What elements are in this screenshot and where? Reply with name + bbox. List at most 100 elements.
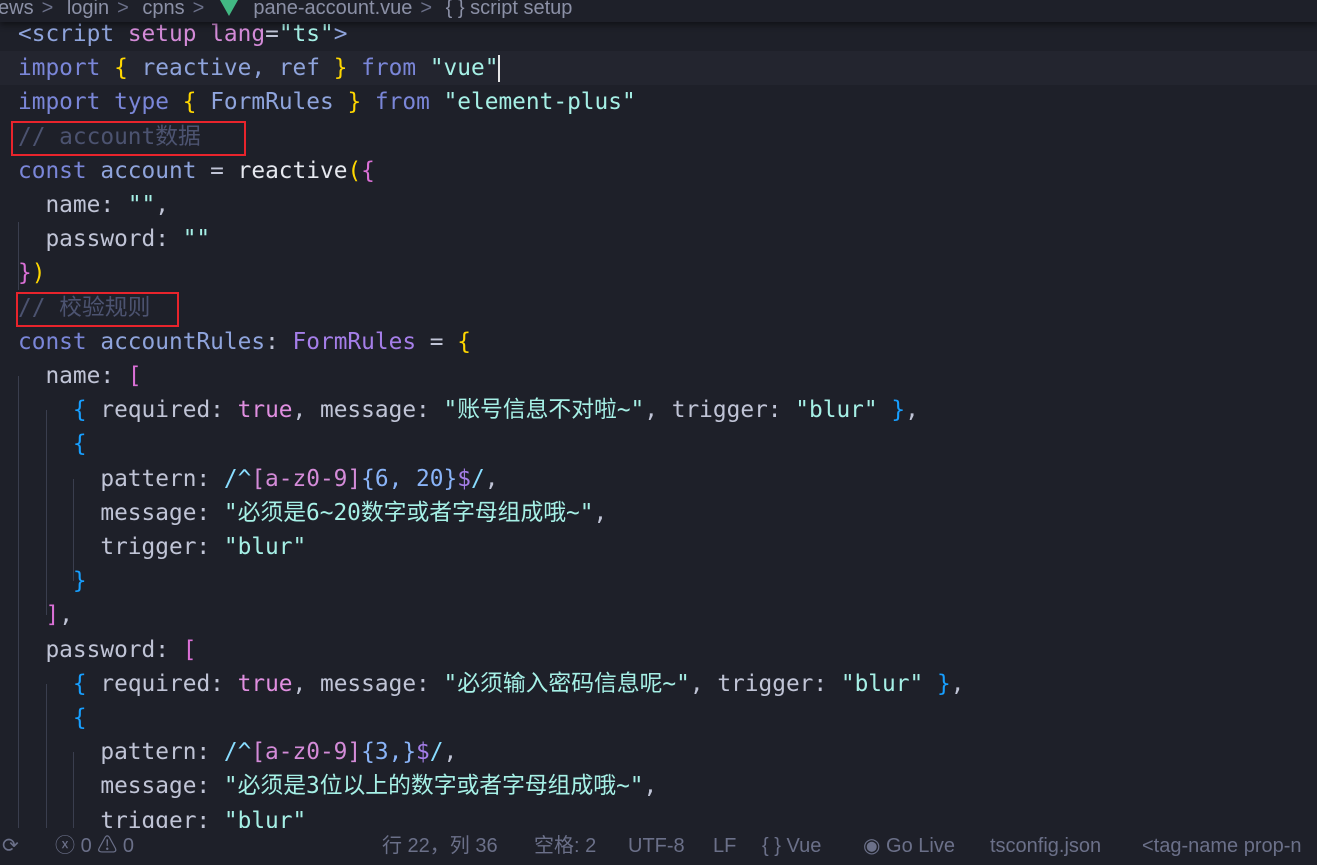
code-line[interactable]: name: "", <box>18 188 169 222</box>
tag-name-item[interactable]: <tag-name prop-n <box>1142 828 1302 865</box>
code-line[interactable]: trigger: "blur" <box>18 804 306 828</box>
code-token: < <box>18 21 32 47</box>
code-line[interactable]: import type { FormRules } from "element-… <box>18 85 636 119</box>
code-token: { <box>72 431 87 458</box>
code-line[interactable]: { <box>18 427 87 461</box>
code-token: required: <box>86 397 238 424</box>
code-token: /^ <box>223 465 252 492</box>
problems-indicator[interactable]: ⓧ 0 ⚠ 0 <box>55 828 134 865</box>
code-line[interactable]: message: "必须是6~20数字或者字母组成哦~", <box>18 496 607 530</box>
code-token: [ <box>182 636 197 663</box>
code-token: "必须输入密码信息呢~" <box>443 670 690 697</box>
code-token: } <box>333 55 348 82</box>
code-token: name: <box>18 363 128 389</box>
code-token: { <box>457 328 471 355</box>
code-line[interactable]: const account = reactive({ <box>18 154 375 188</box>
encoding[interactable]: UTF-8 <box>628 828 685 865</box>
code-line[interactable]: password: "" <box>18 222 210 256</box>
code-token: true <box>237 397 293 424</box>
code-token: {6, 20} <box>361 465 458 492</box>
code-editor[interactable]: <script setup lang="ts"> import { reactiv… <box>0 17 1317 828</box>
vue-file-icon <box>219 0 238 16</box>
code-token: from <box>374 89 430 116</box>
code-token: pattern: <box>18 739 224 766</box>
code-token: = <box>265 21 279 47</box>
code-token: trigger: <box>18 534 224 560</box>
language-label: Vue <box>786 835 822 857</box>
code-token: "" <box>182 226 211 253</box>
code-token: "blur" <box>795 397 878 424</box>
code-token: {3,} <box>361 739 417 766</box>
code-token: { <box>72 670 87 697</box>
code-line[interactable]: pattern: /^[a-z0-9]{3,}$/, <box>18 735 457 769</box>
tsconfig-item[interactable]: tsconfig.json <box>990 828 1101 865</box>
breadcrumb-item[interactable]: ews <box>0 0 34 18</box>
breadcrumb-item[interactable]: login <box>67 0 109 18</box>
code-token: "必须是6~20数字或者字母组成哦~" <box>223 499 594 526</box>
code-line[interactable]: name: [ <box>18 359 141 393</box>
cursor-position[interactable]: 行 22，列 36 <box>382 828 498 865</box>
chevron-right-icon: > <box>117 0 129 19</box>
code-token: [a-z0-9] <box>251 465 362 492</box>
code-line[interactable]: { required: true, message: "必须输入密码信息呢~",… <box>18 667 965 701</box>
code-token: , trigger: <box>644 397 796 424</box>
code-token: "blur" <box>223 534 307 560</box>
code-token: , <box>905 397 919 424</box>
go-live-button[interactable]: ◉ Go Live <box>863 828 955 865</box>
code-line[interactable]: } <box>18 564 87 598</box>
code-token: , <box>593 499 608 526</box>
code-line[interactable]: ], <box>18 598 73 632</box>
code-token: "blur" <box>840 670 924 697</box>
breadcrumb-item[interactable]: { } script setup <box>446 0 573 18</box>
code-line[interactable]: const accountRules: FormRules = { <box>18 325 471 359</box>
code-token: $ <box>457 465 471 492</box>
code-token: ] <box>45 602 60 629</box>
language-mode[interactable]: { } Vue <box>762 828 821 865</box>
code-token: , <box>484 465 499 492</box>
code-token: /^ <box>223 739 252 766</box>
code-token: message: <box>18 773 224 800</box>
breadcrumb-item[interactable]: cpns <box>142 0 184 18</box>
code-token: ) <box>31 260 46 287</box>
code-line[interactable]: import { reactive, ref } from "vue" <box>18 51 501 85</box>
breadcrumb: ews > login > cpns > pane-account.vue > { } … <box>0 0 1317 22</box>
code-line[interactable]: trigger: "blur" <box>18 530 306 564</box>
code-token: : <box>265 328 293 355</box>
indentation[interactable]: 空格: 2 <box>534 828 596 865</box>
end-of-line[interactable]: LF <box>713 828 736 865</box>
code-token: import <box>18 55 101 82</box>
code-token: "" <box>127 192 156 218</box>
code-token: , <box>59 602 73 629</box>
code-token: = <box>196 157 238 184</box>
code-token: , <box>443 739 458 766</box>
code-token: password: <box>18 636 183 663</box>
code-token: required: <box>86 670 238 697</box>
sync-icon[interactable]: ⟳ <box>2 828 19 865</box>
breadcrumb-item[interactable]: pane-account.vue <box>253 0 412 18</box>
code-line[interactable]: }) <box>18 256 45 290</box>
code-line[interactable]: password: [ <box>18 633 196 667</box>
code-token: FormRules <box>196 89 348 116</box>
code-line[interactable]: message: "必须是3位以上的数字或者字母组成哦~", <box>18 769 657 803</box>
code-token: , trigger: <box>689 670 841 697</box>
code-token: "必须是3位以上的数字或者字母组成哦~" <box>223 773 644 800</box>
code-token: "blur" <box>223 807 307 828</box>
annotation-box <box>11 121 246 156</box>
code-line[interactable]: { <box>18 701 87 735</box>
code-line[interactable]: { required: true, message: "账号信息不对啦~", t… <box>18 393 919 427</box>
broadcast-icon: ◉ <box>863 835 881 857</box>
code-token: pattern: <box>18 465 224 492</box>
code-line[interactable]: <script setup lang="ts"> <box>18 17 347 51</box>
code-token: , <box>950 670 965 697</box>
code-line[interactable]: pattern: /^[a-z0-9]{6, 20}$/, <box>18 462 498 496</box>
code-token: , <box>643 773 658 800</box>
